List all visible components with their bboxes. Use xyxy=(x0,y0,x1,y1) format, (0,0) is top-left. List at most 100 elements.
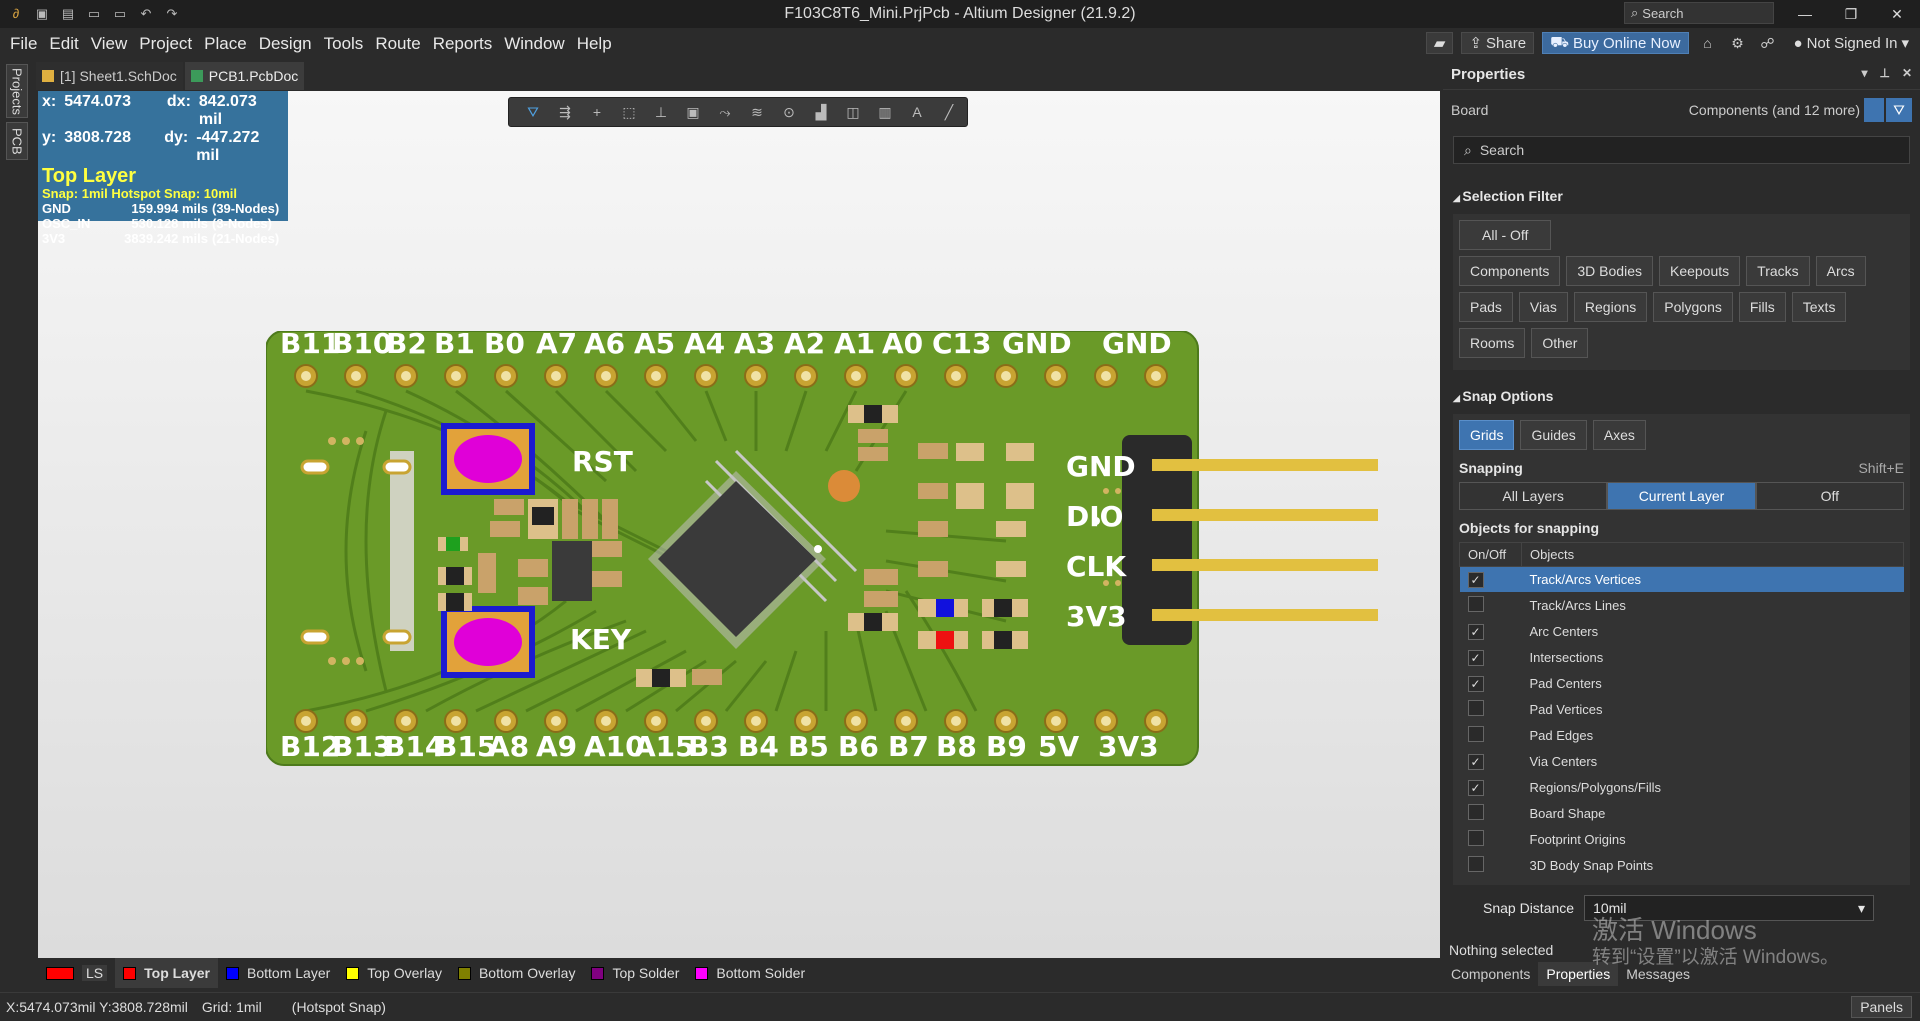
component-icon[interactable]: ▣ xyxy=(677,99,709,125)
table-row[interactable]: Track/Arcs Lines xyxy=(1459,592,1904,619)
table-row[interactable]: Pad Vertices xyxy=(1459,696,1904,723)
filter-tracks-button[interactable]: Tracks xyxy=(1746,256,1810,286)
pin-icon[interactable]: ⊥ xyxy=(1879,66,1889,80)
filter-polygons-button[interactable]: Polygons xyxy=(1653,292,1733,322)
fill-icon[interactable]: ▟ xyxy=(805,99,837,125)
properties-search[interactable]: ⌕ Search xyxy=(1453,136,1910,164)
panel-menu-icon[interactable]: ▾ xyxy=(1861,66,1867,80)
snap-checkbox[interactable] xyxy=(1467,856,1484,872)
buy-online-button[interactable]: ⛟ Buy Online Now xyxy=(1542,32,1689,54)
filter-texts-button[interactable]: Texts xyxy=(1791,292,1847,322)
share-button[interactable]: ⇪ Share xyxy=(1461,32,1535,54)
table-row[interactable]: ✓ Track/Arcs Vertices xyxy=(1459,566,1904,593)
open-project-icon[interactable]: ▭ xyxy=(112,6,128,22)
snap-checkbox[interactable] xyxy=(1467,830,1484,846)
snap-checkbox[interactable]: ✓ xyxy=(1467,753,1484,770)
table-row[interactable]: ✓ Via Centers xyxy=(1459,748,1904,775)
panels-button[interactable]: Panels xyxy=(1851,996,1912,1018)
axes-toggle[interactable]: Axes xyxy=(1592,420,1646,450)
filter-keepouts-button[interactable]: Keepouts xyxy=(1658,256,1741,286)
tab-pcb-document[interactable]: PCB1.PcbDoc xyxy=(184,62,305,90)
layer-tab-top-overlay[interactable]: Top Overlay xyxy=(338,958,450,988)
snap-checkbox[interactable]: ✓ xyxy=(1467,675,1484,692)
filter-icon[interactable]: ⛛ xyxy=(1886,98,1912,122)
menu-help[interactable]: Help xyxy=(571,34,618,54)
menu-view[interactable]: View xyxy=(85,34,134,54)
restore-button[interactable]: ❐ xyxy=(1828,0,1874,28)
close-icon[interactable]: ✕ xyxy=(1902,66,1912,80)
snap-checkbox[interactable]: ✓ xyxy=(1467,571,1484,588)
minimize-button[interactable]: — xyxy=(1782,0,1828,28)
menu-project[interactable]: Project xyxy=(133,34,198,54)
snap-checkbox[interactable] xyxy=(1467,700,1484,716)
menu-window[interactable]: Window xyxy=(498,34,570,54)
menu-reports[interactable]: Reports xyxy=(427,34,499,54)
filter-icon[interactable]: ⛛ xyxy=(517,99,549,125)
filter-3d-bodies-button[interactable]: 3D Bodies xyxy=(1566,256,1653,286)
footer-tab-components[interactable]: Components xyxy=(1443,962,1538,986)
tab-projects[interactable]: Projects xyxy=(6,64,28,118)
chart-icon[interactable]: ▥ xyxy=(869,99,901,125)
menu-edit[interactable]: Edit xyxy=(43,34,84,54)
all-off-button[interactable]: All - Off xyxy=(1459,220,1552,250)
layer-tab-bottom-overlay[interactable]: Bottom Overlay xyxy=(450,958,583,988)
grids-toggle[interactable]: Grids xyxy=(1459,420,1515,450)
pcb-editor-canvas[interactable]: x: 5474.073 dx: 842.073 mil y: 3808.728 … xyxy=(38,91,1440,958)
filter-other-button[interactable]: Other xyxy=(1531,328,1589,358)
guides-toggle[interactable]: Guides xyxy=(1520,420,1587,450)
filter-pads-button[interactable]: Pads xyxy=(1459,292,1513,322)
app-logo-icon[interactable]: ∂ xyxy=(8,6,24,22)
comment-button[interactable]: ▰ xyxy=(1425,32,1454,54)
save-icon[interactable]: ▣ xyxy=(34,6,50,22)
gear-icon[interactable]: ⚙ xyxy=(1727,32,1749,54)
filter-fills-button[interactable]: Fills xyxy=(1738,292,1786,322)
layer-tab-top-solder[interactable]: Top Solder xyxy=(583,958,687,988)
filter-dropdown-button[interactable] xyxy=(1864,98,1884,122)
snap-checkbox[interactable] xyxy=(1467,596,1484,612)
menu-place[interactable]: Place xyxy=(198,34,253,54)
table-row[interactable]: Board Shape xyxy=(1459,800,1904,827)
snapping-off[interactable]: Off xyxy=(1755,482,1904,510)
snap-checkbox[interactable]: ✓ xyxy=(1467,649,1484,666)
redo-icon[interactable]: ↷ xyxy=(164,6,180,22)
filter-vias-button[interactable]: Vias xyxy=(1518,292,1568,322)
layer-tab-top-layer[interactable]: Top Layer xyxy=(115,958,218,988)
menu-file[interactable]: File xyxy=(4,34,43,54)
open-folder-icon[interactable]: ▭ xyxy=(86,6,102,22)
filter-regions-button[interactable]: Regions xyxy=(1573,292,1648,322)
snap-checkbox[interactable]: ✓ xyxy=(1467,623,1484,640)
menu-tools[interactable]: Tools xyxy=(318,34,370,54)
snap-checkbox[interactable] xyxy=(1467,726,1484,742)
filter-arcs-button[interactable]: Arcs xyxy=(1815,256,1866,286)
snapping-current-layer[interactable]: Current Layer xyxy=(1607,482,1756,510)
global-search[interactable]: ⌕ Search xyxy=(1624,2,1774,24)
filter-components-button[interactable]: Components xyxy=(1459,256,1561,286)
table-row[interactable]: Pad Edges xyxy=(1459,722,1904,749)
table-row[interactable]: ✓ Arc Centers xyxy=(1459,618,1904,645)
save-all-icon[interactable]: ▤ xyxy=(60,6,76,22)
table-row[interactable]: ✓ Pad Centers xyxy=(1459,670,1904,697)
filter-rooms-button[interactable]: Rooms xyxy=(1459,328,1526,358)
layer-set-selector[interactable]: LS xyxy=(38,958,115,988)
table-row[interactable]: 3D Body Snap Points xyxy=(1459,852,1904,879)
tab-schematic[interactable]: [1] Sheet1.SchDoc xyxy=(36,62,183,90)
table-row[interactable]: ✓ Regions/Polygons/Fills xyxy=(1459,774,1904,801)
via-icon[interactable]: ⊙ xyxy=(773,99,805,125)
select-rect-icon[interactable]: ⬚ xyxy=(613,99,645,125)
notifications-icon[interactable]: ☍ xyxy=(1757,32,1779,54)
table-row[interactable]: ✓ Intersections xyxy=(1459,644,1904,671)
home-icon[interactable]: ⌂ xyxy=(1697,32,1719,54)
menu-design[interactable]: Design xyxy=(253,34,318,54)
text-icon[interactable]: A xyxy=(901,99,933,125)
close-button[interactable]: ✕ xyxy=(1874,0,1920,28)
interactive-router-icon[interactable]: ⇶ xyxy=(549,99,581,125)
layer-tab-bottom-solder[interactable]: Bottom Solder xyxy=(687,958,813,988)
crosshair-icon[interactable]: + xyxy=(581,99,613,125)
line-icon[interactable]: ╱ xyxy=(933,99,965,125)
tab-pcb[interactable]: PCB xyxy=(6,122,28,160)
snapping-all-layers[interactable]: All Layers xyxy=(1459,482,1608,510)
snap-checkbox[interactable]: ✓ xyxy=(1467,779,1484,796)
undo-icon[interactable]: ↶ xyxy=(138,6,154,22)
account-button[interactable]: ● Not Signed In ▾ xyxy=(1787,32,1917,54)
align-icon[interactable]: ⊥ xyxy=(645,99,677,125)
